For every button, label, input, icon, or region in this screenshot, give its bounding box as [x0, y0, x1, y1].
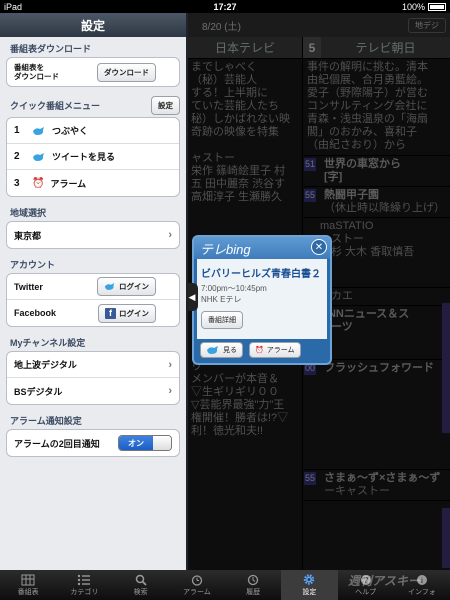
alarm-label: アラーム — [266, 347, 295, 354]
region-row[interactable]: 東京都 › — [7, 222, 179, 248]
region-group: 東京都 › — [6, 221, 180, 249]
twitter-login-button[interactable]: ログイン — [97, 277, 156, 296]
item-index: 3 — [14, 177, 20, 189]
quick-menu-group: 1 つぶやく 2 ツイートを見る 3 ⏰ アラーム — [6, 117, 180, 197]
popup-program-title: ビバリーヒルズ青春白書２ — [201, 269, 321, 280]
tab-label: 番組表 — [17, 589, 39, 596]
program-detail-popup: テレbing ✕ ビバリーヒルズ青春白書２ 7:00pm〜10:45pm NHK… — [192, 235, 332, 365]
twitter-bird-icon — [33, 152, 44, 161]
quick-menu-item-view-tweets[interactable]: 2 ツイートを見る — [7, 144, 179, 170]
tab-history[interactable]: 履歴 — [225, 570, 281, 600]
download-group: 番組表を ダウンロード ダウンロード — [6, 57, 180, 87]
alarm-second-notify-label: アラームの2回目通知 — [14, 438, 100, 449]
toggle-knob — [153, 436, 171, 450]
facebook-login-button[interactable]: f ログイン — [98, 303, 156, 323]
settings-panel: 設定 番組表ダウンロード 番組表を ダウンロード ダウンロード クイック番組メニ… — [0, 13, 188, 570]
tab-label: 検索 — [133, 589, 148, 596]
twitter-bird-icon — [33, 126, 44, 135]
status-bar: iPad 17:27 100% — [0, 0, 450, 13]
grid-icon — [20, 573, 36, 586]
watermark-logo: 週刊アスキー — [347, 574, 420, 588]
twitter-bird-icon — [104, 283, 115, 290]
quick-menu-settings-button[interactable]: 設定 — [151, 96, 180, 115]
item-label: つぶやく — [52, 126, 89, 136]
twitter-row: Twitter ログイン — [7, 274, 179, 300]
quick-menu-header: クイック番組メニュー — [10, 101, 101, 111]
mychannel-label: 地上波デジタル — [14, 360, 77, 370]
facebook-login-label: ログイン — [119, 308, 149, 318]
download-label: 番組表を ダウンロード — [14, 63, 59, 81]
popup-program-time: 7:00pm〜10:45pm — [201, 284, 267, 293]
watch-label: 見る — [223, 347, 237, 354]
twitter-login-label: ログイン — [119, 282, 149, 291]
facebook-row: Facebook f ログイン — [7, 300, 179, 326]
section-header-account: アカウント — [10, 260, 56, 270]
history-icon — [245, 573, 261, 586]
clock: 17:27 — [213, 1, 237, 12]
facebook-icon: f — [105, 307, 116, 319]
watch-button[interactable]: 見る — [200, 342, 243, 358]
alarm-second-notify-row: アラームの2回目通知 オン — [7, 430, 179, 456]
alarm-clock-icon: ⏰ — [255, 347, 264, 354]
tab-category[interactable]: カテゴリ — [56, 570, 112, 600]
battery-icon — [428, 3, 446, 12]
chevron-right-icon: › — [168, 385, 172, 397]
mychannel-item-bs[interactable]: BSデジタル › — [7, 378, 179, 404]
tab-search[interactable]: 検索 — [113, 570, 169, 600]
panel-title: 設定 — [0, 13, 186, 37]
section-header-mychannel: Myチャンネル設定 — [10, 338, 86, 348]
tab-alarm[interactable]: アラーム — [169, 570, 225, 600]
twitter-label: Twitter — [14, 281, 43, 292]
item-label: ツイートを見る — [52, 152, 116, 162]
alarm-clock-icon — [189, 573, 205, 586]
item-index: 2 — [14, 151, 20, 162]
gear-icon — [301, 573, 317, 586]
tab-label: 設定 — [302, 589, 317, 596]
twitter-bird-icon — [207, 346, 218, 354]
popup-program-channel: NHK Eテレ — [201, 295, 242, 304]
download-row: 番組表を ダウンロード ダウンロード — [7, 58, 179, 86]
tab-label: アラーム — [182, 589, 211, 596]
toggle-on-label: オン — [119, 436, 153, 450]
section-header-quick: クイック番組メニュー 設定 — [0, 91, 186, 117]
item-index: 1 — [14, 125, 20, 136]
tab-settings[interactable]: 設定 — [281, 570, 338, 600]
popup-logo: テレbing — [194, 237, 330, 259]
account-group: Twitter ログイン Facebook f ログイン — [6, 273, 180, 327]
chevron-right-icon: › — [168, 358, 172, 371]
tab-bar: 番組表 カテゴリ 検索 アラーム 履歴 設定 ? ヘルプ i インフォ 週刊アス… — [0, 570, 450, 600]
quick-menu-item-tweet[interactable]: 1 つぶやく — [7, 118, 179, 144]
tab-label: カテゴリ — [70, 589, 99, 596]
section-header-alarm: アラーム通知設定 — [10, 416, 82, 426]
program-detail-button[interactable]: 番組詳細 — [201, 311, 243, 329]
mychannel-label: BSデジタル — [14, 386, 63, 397]
section-header-region: 地域選択 — [10, 208, 47, 218]
facebook-label: Facebook — [14, 308, 57, 318]
section-header-download: 番組表ダウンロード — [10, 44, 92, 54]
quick-menu-item-alarm[interactable]: 3 ⏰ アラーム — [7, 170, 179, 196]
region-value: 東京都 — [14, 230, 42, 241]
chevron-right-icon: › — [168, 229, 172, 241]
alarm-clock-icon: ⏰ — [32, 177, 45, 189]
mychannel-group: 地上波デジタル › BSデジタル › — [6, 351, 180, 405]
search-icon — [133, 573, 149, 586]
mychannel-item-terrestrial[interactable]: 地上波デジタル › — [7, 352, 179, 378]
tab-label: 履歴 — [246, 589, 261, 596]
alarm-second-notify-toggle[interactable]: オン — [118, 435, 172, 451]
close-icon[interactable]: ✕ — [311, 239, 327, 255]
download-button[interactable]: ダウンロード — [97, 62, 156, 82]
alarm-group: アラームの2回目通知 オン — [6, 429, 180, 457]
list-icon — [76, 573, 92, 586]
popover-arrow: ◀ — [186, 283, 198, 311]
popup-body: ビバリーヒルズ青春白書２ 7:00pm〜10:45pm NHK Eテレ 番組詳細 — [197, 259, 327, 339]
item-label: アラーム — [50, 178, 87, 189]
tab-program-guide[interactable]: 番組表 — [0, 570, 56, 600]
popup-footer: 見る ⏰ アラーム — [194, 339, 330, 361]
alarm-button[interactable]: ⏰ アラーム — [249, 342, 301, 358]
